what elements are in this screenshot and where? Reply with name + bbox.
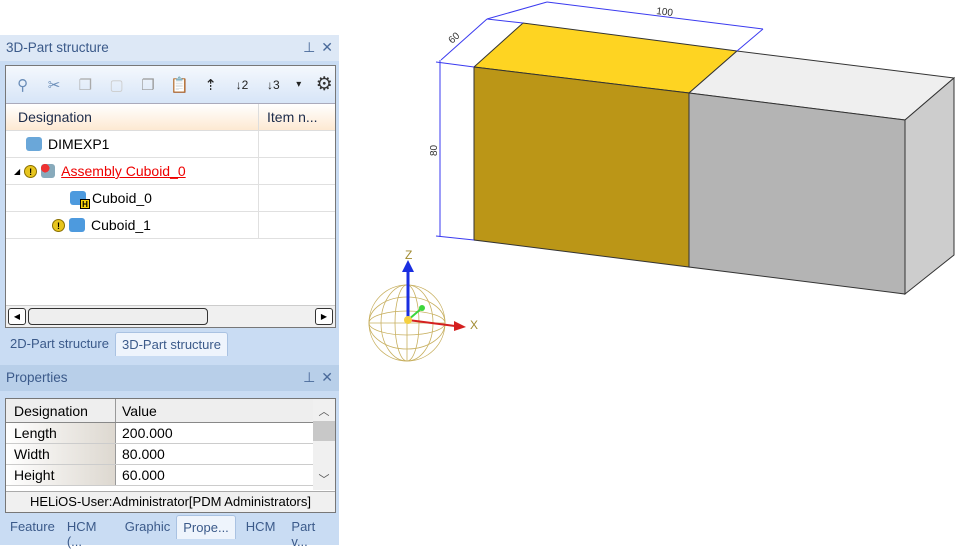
cuboid-0-front-face[interactable] <box>473 66 690 268</box>
extension-line <box>736 28 764 52</box>
dimension-depth-label[interactable]: 60 <box>447 30 463 46</box>
y-axis-tip <box>419 305 425 311</box>
origin-point <box>404 316 412 324</box>
3d-viewport[interactable]: 100 60 80 Z X <box>0 0 955 545</box>
axis-triad[interactable]: Z X <box>368 248 478 362</box>
x-arrow-icon <box>454 321 466 331</box>
dimension-height-label[interactable]: 80 <box>429 144 440 156</box>
dimension-width-label[interactable]: 100 <box>656 6 674 19</box>
x-axis-label: X <box>470 318 478 332</box>
extension-line <box>486 18 524 24</box>
cuboid-1-front-face[interactable] <box>688 92 906 295</box>
extension-line <box>435 61 475 68</box>
extension-line <box>435 235 475 241</box>
z-axis-label: Z <box>405 248 412 262</box>
extension-line <box>486 1 548 20</box>
